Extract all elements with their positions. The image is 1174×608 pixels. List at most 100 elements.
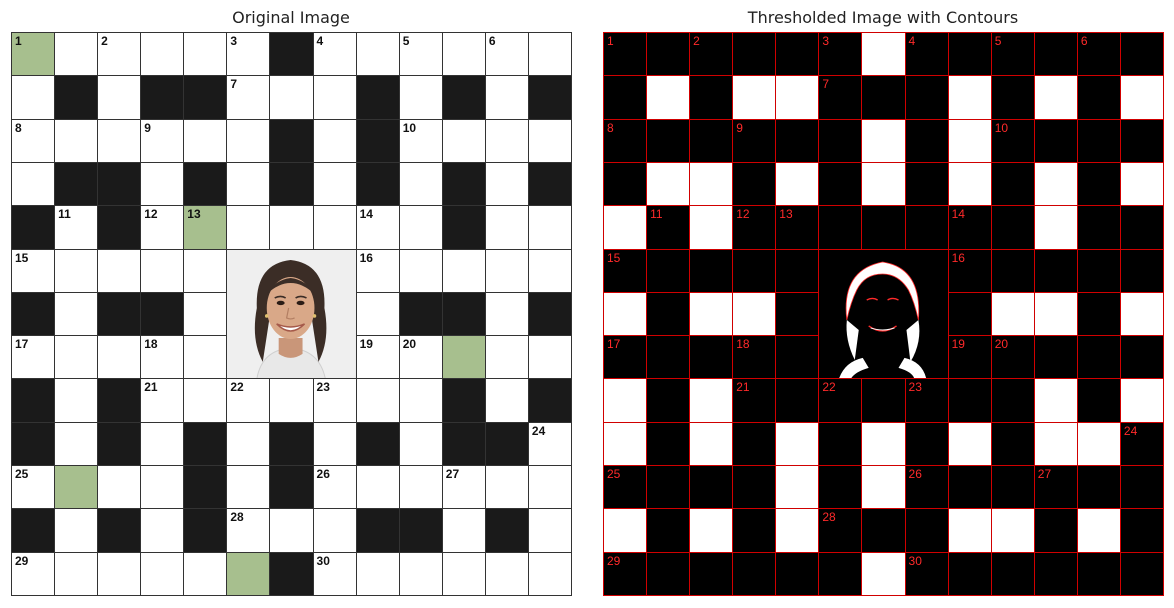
- grid-cell: [1119, 161, 1164, 207]
- grid-cell: [398, 75, 443, 120]
- grid-cell: [775, 161, 820, 207]
- grid-cell: 24: [1119, 421, 1164, 467]
- grid-cell: [269, 32, 314, 77]
- grid-cell: 5: [398, 32, 443, 77]
- grid-cell: [398, 161, 443, 207]
- grid-cell: [355, 32, 400, 77]
- grid-cell: [775, 32, 820, 77]
- grid-cell: [97, 378, 142, 423]
- grid-cell: [484, 465, 529, 510]
- grid-cell: [484, 335, 529, 380]
- grid-cell: 25: [603, 465, 648, 510]
- grid-cell: [54, 378, 99, 423]
- grid-cell: [140, 508, 185, 553]
- grid-cell: [54, 291, 99, 337]
- grid-cell: 24: [527, 421, 572, 467]
- grid-cell: [990, 378, 1035, 423]
- grid-cell: 10: [398, 118, 443, 163]
- grid-cell: [140, 291, 185, 337]
- grid-cell: [355, 161, 400, 207]
- grid-cell: [140, 421, 185, 467]
- grid-cell: 23: [904, 378, 949, 423]
- clue-number: 2: [101, 34, 108, 48]
- grid-cell: [775, 248, 820, 293]
- clue-number: 29: [15, 553, 29, 568]
- grid-cell: [603, 161, 648, 207]
- grid-cell: [183, 32, 228, 77]
- grid-cell: 28: [818, 508, 863, 553]
- grid-cell: [183, 465, 228, 510]
- grid-cell: [269, 75, 314, 120]
- grid-cell: [527, 551, 572, 596]
- grid-cell: [775, 421, 820, 467]
- grid-cell: [1119, 32, 1164, 77]
- clue-number: 12: [144, 207, 158, 222]
- grid-cell: [441, 421, 486, 467]
- grid-cell: [732, 161, 777, 207]
- grid-cell: 26: [312, 465, 357, 510]
- clue-number: 14: [951, 207, 965, 222]
- grid-cell: [527, 465, 572, 510]
- grid-cell: 22: [818, 378, 863, 423]
- grid-cell: [646, 118, 691, 163]
- grid-cell: [603, 291, 648, 337]
- grid-cell: [269, 421, 314, 467]
- grid-cell: [484, 291, 529, 337]
- grid-cell: 6: [1076, 32, 1121, 77]
- grid-cell: [484, 75, 529, 120]
- grid-cell: [97, 291, 142, 337]
- clue-number: 24: [531, 423, 546, 438]
- clue-number: 15: [607, 250, 621, 265]
- clue-number: 8: [15, 120, 22, 135]
- grid-cell: [183, 378, 228, 423]
- grid-cell: [947, 291, 992, 337]
- clue-number: 19: [359, 337, 373, 352]
- clue-number: 10: [994, 120, 1009, 135]
- grid-cell: [1119, 378, 1164, 423]
- grid-cell: [527, 161, 572, 207]
- grid-cell: [441, 75, 486, 120]
- grid-cell: [775, 75, 820, 120]
- clue-number: 13: [779, 207, 793, 222]
- grid-cell: [441, 291, 486, 337]
- grid-cell: [97, 421, 142, 467]
- grid-cell: [689, 205, 734, 250]
- grid-cell: [441, 205, 486, 250]
- grid-cell: 2: [689, 32, 734, 77]
- grid-cell: [904, 421, 949, 467]
- grid-cell: [97, 205, 142, 250]
- grid-cell: [947, 118, 992, 163]
- grid-cell: [441, 118, 486, 163]
- grid-cell: [183, 248, 228, 293]
- clue-number: 17: [607, 337, 621, 352]
- grid-cell: [355, 118, 400, 163]
- grid-cell: [527, 335, 572, 380]
- grid-cell: [732, 32, 777, 77]
- grid-cell: [355, 291, 400, 337]
- grid-cell: 11: [646, 205, 691, 250]
- grid-cell: [689, 291, 734, 337]
- clue-number: 28: [822, 510, 836, 525]
- grid-cell: [990, 248, 1035, 293]
- grid-cell: [398, 551, 443, 596]
- grid-cell: [990, 205, 1035, 250]
- grid-cell: [183, 118, 228, 163]
- grid-cell: [1076, 378, 1121, 423]
- clue-number: 17: [15, 337, 29, 352]
- grid-cell: [54, 161, 99, 207]
- clue-number: 2: [693, 34, 700, 48]
- grid-cell: [947, 465, 992, 510]
- grid-cell: [603, 378, 648, 423]
- grid-cell: [269, 465, 314, 510]
- grid-cell: [527, 291, 572, 337]
- clue-number: 5: [994, 34, 1002, 48]
- grid-cell: 18: [140, 335, 185, 380]
- grid-cell: [398, 248, 443, 293]
- grid-cell: [947, 508, 992, 553]
- grid-cell: [1076, 551, 1121, 596]
- grid-cell: [1076, 465, 1121, 510]
- grid-cell: [1033, 421, 1078, 467]
- grid-cell: [312, 205, 357, 250]
- grid-cell: 1: [603, 32, 648, 77]
- clue-number: 21: [736, 380, 750, 395]
